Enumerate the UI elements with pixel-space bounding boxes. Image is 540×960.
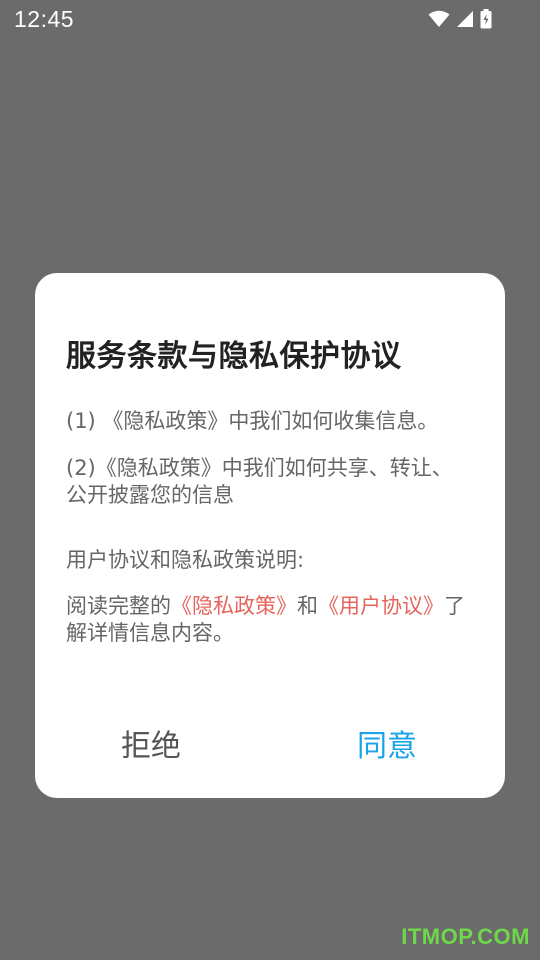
user-agreement-link[interactable]: 《用户协议》	[318, 594, 444, 618]
read-text-connector: 和	[297, 594, 318, 618]
read-text-prefix: 阅读完整的	[66, 594, 171, 618]
read-agreement-text: 阅读完整的《隐私政策》和《用户协议》了解详情信息内容。	[66, 593, 470, 647]
watermark-logo: ITMOP.COM	[401, 924, 530, 949]
agree-button[interactable]: 同意	[349, 717, 425, 769]
status-time: 12:45	[14, 5, 75, 32]
signal-icon	[457, 11, 473, 27]
status-icons	[428, 9, 492, 29]
privacy-policy-link[interactable]: 《隐私政策》	[171, 594, 297, 618]
clause-item-1: (1) 《隐私政策》中我们如何收集信息。	[66, 409, 439, 433]
battery-icon	[480, 9, 492, 29]
status-bar: 12:45	[0, 0, 540, 38]
section-label: 用户协议和隐私政策说明:	[66, 548, 305, 572]
wifi-icon	[428, 10, 450, 27]
privacy-dialog: 服务条款与隐私保护协议 (1) 《隐私政策》中我们如何收集信息。 (2)《隐私政…	[35, 273, 505, 798]
clause-item-2: (2)《隐私政策》中我们如何共享、转让、公开披露您的信息	[66, 456, 453, 507]
dialog-title: 服务条款与隐私保护协议	[66, 339, 402, 374]
refuse-button[interactable]: 拒绝	[113, 717, 189, 769]
